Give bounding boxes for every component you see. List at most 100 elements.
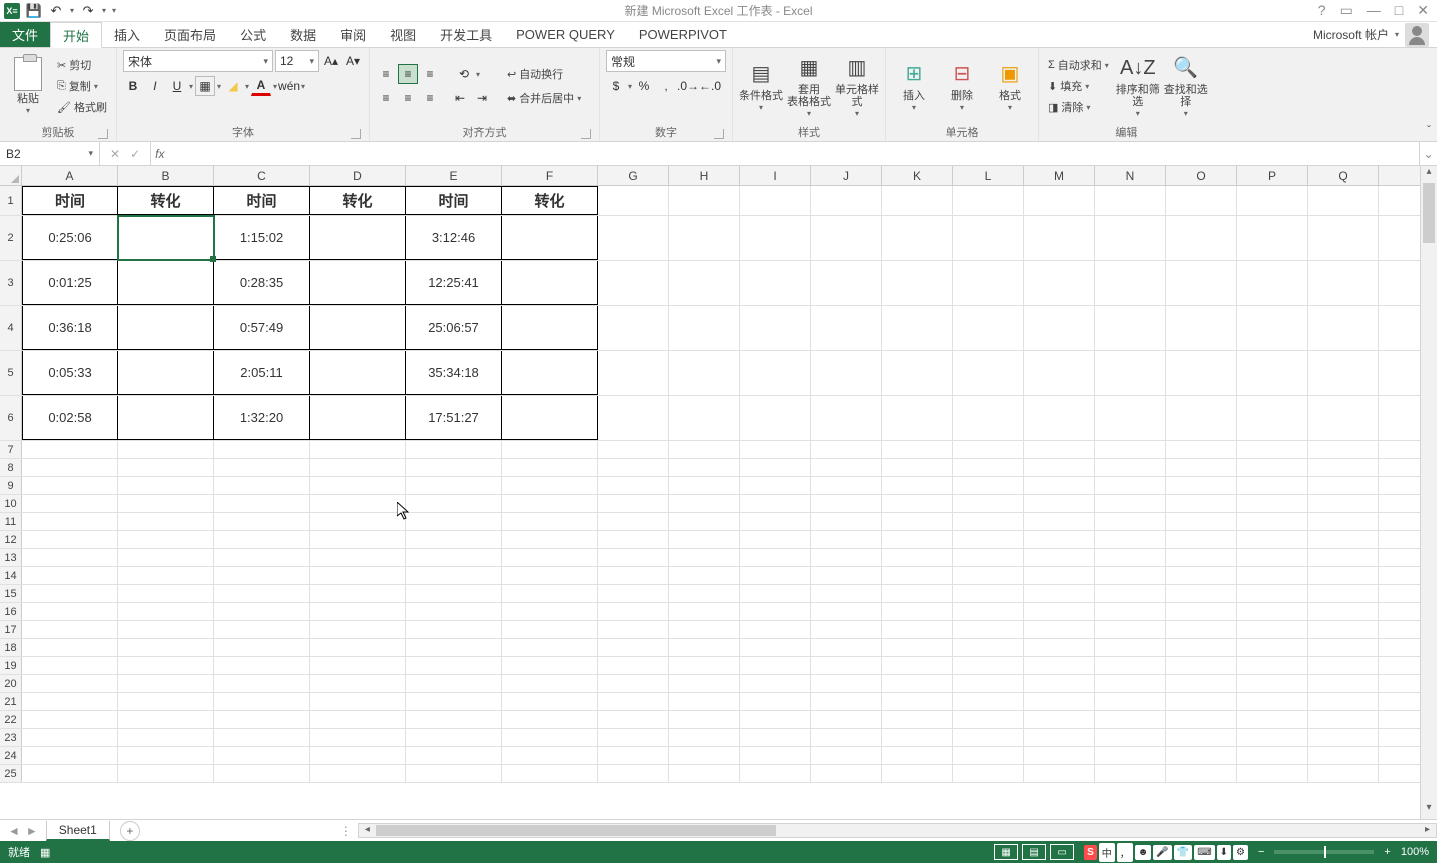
cell[interactable] <box>669 657 740 674</box>
cell[interactable] <box>502 441 598 458</box>
cell[interactable] <box>502 216 598 260</box>
cell[interactable] <box>310 693 406 710</box>
underline-dropdown-icon[interactable]: ▾ <box>189 82 193 91</box>
cell[interactable] <box>22 711 118 728</box>
sort-filter-button[interactable]: A↓Z排序和筛选▾ <box>1116 53 1160 119</box>
ime-item[interactable]: ， <box>1117 843 1133 862</box>
cell[interactable] <box>1095 765 1166 782</box>
cell[interactable] <box>22 459 118 476</box>
cell[interactable] <box>406 513 502 530</box>
cell[interactable] <box>882 549 953 566</box>
cell[interactable] <box>598 765 669 782</box>
fill-button[interactable]: ⬇填充▾ <box>1045 76 1112 96</box>
cell[interactable] <box>740 513 811 530</box>
cell[interactable] <box>598 396 669 440</box>
cell[interactable] <box>1166 621 1237 638</box>
cell[interactable] <box>598 261 669 305</box>
cell[interactable] <box>1095 396 1166 440</box>
ribbon-display-icon[interactable]: ▭ <box>1340 2 1353 19</box>
merge-center-button[interactable]: ⬌合并后居中▾ <box>504 88 584 108</box>
cell[interactable] <box>811 747 882 764</box>
cell[interactable] <box>811 186 882 215</box>
cell[interactable] <box>1166 441 1237 458</box>
row-header[interactable]: 7 <box>0 441 22 458</box>
border-dropdown-icon[interactable]: ▾ <box>217 82 221 91</box>
cell[interactable] <box>22 693 118 710</box>
cell[interactable] <box>502 585 598 602</box>
cell[interactable] <box>740 216 811 260</box>
cell[interactable] <box>214 729 310 746</box>
cell[interactable] <box>406 747 502 764</box>
cell[interactable] <box>1166 549 1237 566</box>
cell[interactable] <box>953 351 1024 395</box>
cell[interactable] <box>740 585 811 602</box>
cell[interactable] <box>882 585 953 602</box>
cell[interactable] <box>882 495 953 512</box>
cell[interactable] <box>502 711 598 728</box>
cell[interactable] <box>598 495 669 512</box>
cell[interactable] <box>1166 765 1237 782</box>
increase-decimal-icon[interactable]: .0→ <box>678 76 698 96</box>
cell[interactable] <box>598 711 669 728</box>
cell[interactable] <box>1024 351 1095 395</box>
clear-button[interactable]: ◨清除▾ <box>1045 97 1112 117</box>
tab-powerpivot[interactable]: POWERPIVOT <box>627 22 739 47</box>
cell[interactable] <box>1308 657 1379 674</box>
cell[interactable] <box>1237 585 1308 602</box>
hscroll-thumb[interactable] <box>376 825 776 836</box>
cell[interactable] <box>669 603 740 620</box>
cut-button[interactable]: ✂剪切 <box>54 55 110 75</box>
cell[interactable] <box>740 261 811 305</box>
cell[interactable] <box>811 441 882 458</box>
cell[interactable] <box>310 657 406 674</box>
cell[interactable] <box>502 459 598 476</box>
cell[interactable] <box>811 765 882 782</box>
cell[interactable] <box>22 639 118 656</box>
cell[interactable] <box>953 675 1024 692</box>
conditional-format-button[interactable]: ▤条件格式▾ <box>739 53 783 119</box>
cell[interactable] <box>214 567 310 584</box>
cell[interactable] <box>953 711 1024 728</box>
paste-button[interactable]: 粘贴 ▾ <box>6 53 50 119</box>
cell[interactable] <box>310 765 406 782</box>
cell[interactable] <box>1166 693 1237 710</box>
name-box[interactable]: B2▾ <box>0 142 100 165</box>
cell[interactable] <box>1095 603 1166 620</box>
cell[interactable] <box>669 351 740 395</box>
cell[interactable] <box>811 216 882 260</box>
cell[interactable] <box>1308 729 1379 746</box>
cell[interactable] <box>1166 351 1237 395</box>
cell[interactable] <box>214 675 310 692</box>
account-area[interactable]: Microsoft 帐户 ▾ <box>1313 22 1437 47</box>
cell[interactable] <box>740 729 811 746</box>
cell[interactable] <box>740 441 811 458</box>
cell[interactable] <box>598 351 669 395</box>
format-as-table-button[interactable]: ▦套用 表格格式▾ <box>787 53 831 119</box>
font-size-combo[interactable]: 12▾ <box>275 50 319 72</box>
cell[interactable] <box>669 549 740 566</box>
cell[interactable] <box>118 396 214 440</box>
delete-cells-button[interactable]: ⊟删除▾ <box>940 53 984 119</box>
cell[interactable] <box>811 306 882 350</box>
cell[interactable] <box>118 711 214 728</box>
cell[interactable] <box>953 495 1024 512</box>
cell[interactable]: 转化 <box>502 186 598 215</box>
ime-item[interactable]: 👕 <box>1174 845 1192 860</box>
horizontal-scrollbar[interactable]: ◂ ▸ <box>358 823 1437 838</box>
cell[interactable] <box>310 459 406 476</box>
cell[interactable] <box>1095 729 1166 746</box>
cell[interactable] <box>1024 441 1095 458</box>
cell[interactable] <box>406 477 502 494</box>
cell[interactable] <box>1237 747 1308 764</box>
cell[interactable] <box>1095 477 1166 494</box>
row-header[interactable]: 22 <box>0 711 22 728</box>
cells-grid[interactable]: 1时间转化时间转化时间转化20:25:061:15:023:12:4630:01… <box>0 186 1420 783</box>
col-header-K[interactable]: K <box>882 166 953 185</box>
cell[interactable] <box>1237 513 1308 530</box>
cell[interactable] <box>214 585 310 602</box>
decrease-font-icon[interactable]: A▾ <box>343 51 363 71</box>
tab-视图[interactable]: 视图 <box>378 22 428 47</box>
cell[interactable] <box>1308 261 1379 305</box>
ime-item[interactable]: ⬇ <box>1217 845 1231 860</box>
cell[interactable] <box>502 567 598 584</box>
